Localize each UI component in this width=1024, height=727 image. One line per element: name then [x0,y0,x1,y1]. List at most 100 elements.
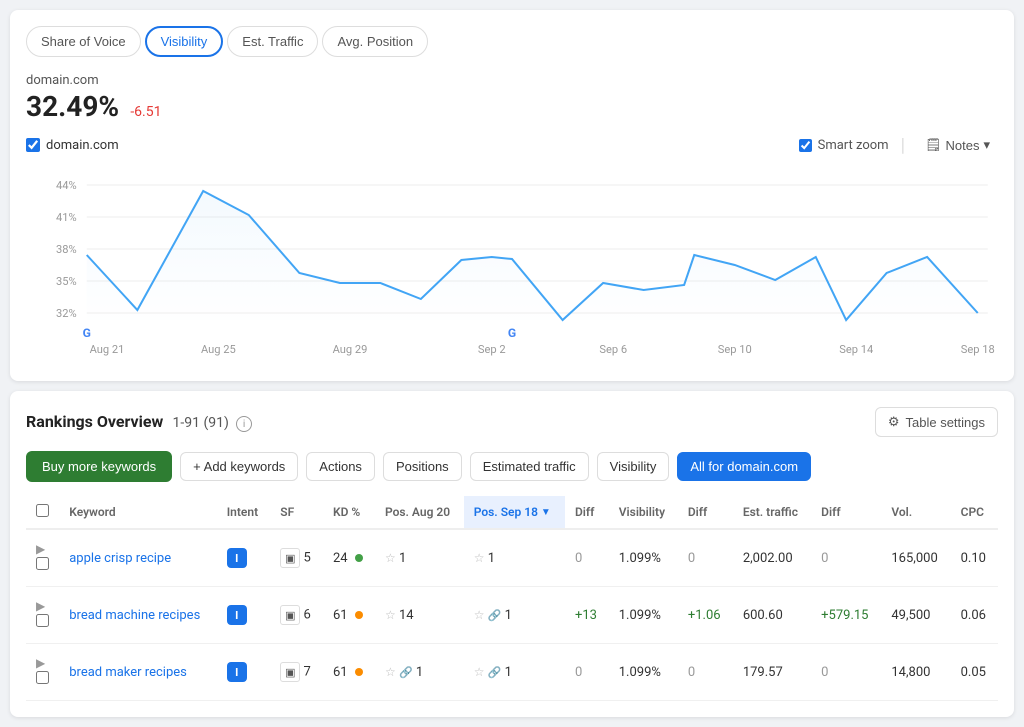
table-row: ▶ apple crisp recipe I ▣ 5 24 [26,529,998,587]
intent-cell: I [217,529,271,587]
vol-cell: 49,500 [881,587,950,644]
row-expander-icon[interactable]: ▶ [36,542,49,556]
kd-dot [355,611,363,619]
all-domain-button[interactable]: All for domain.com [677,452,811,481]
chart-area-fill [87,191,978,325]
x-label-aug21: Aug 21 [90,343,125,356]
pos-sep-value: 1 [488,551,495,566]
th-pos-sep[interactable]: Pos. Sep 18 ▼ [464,496,565,529]
row-expander-icon[interactable]: ▶ [36,656,49,670]
google-icon-1: G [83,326,91,340]
keyword-link[interactable]: apple crisp recipe [69,551,171,566]
table-row: ▶ bread maker recipes I ▣ 7 61 [26,644,998,701]
th-vol[interactable]: Vol. [881,496,950,529]
row-checkbox[interactable] [36,614,49,627]
star-icon: ☆ [385,665,396,679]
chart-area: 44% 41% 38% 35% 32% G G Aug 21 Aug 25 Au… [26,165,998,365]
legend-checkbox[interactable] [26,138,40,152]
cpc-cell: 0.06 [951,587,998,644]
th-pos-aug[interactable]: Pos. Aug 20 [375,496,464,529]
th-sf[interactable]: SF [270,496,323,529]
pos-aug-value: 1 [399,551,406,566]
star-icon-sep: ☆ [474,665,485,679]
row-expander-cell: ▶ [26,529,59,587]
th-diff[interactable]: Diff [565,496,609,529]
tab-est-traffic[interactable]: Est. Traffic [227,26,318,57]
rankings-title-area: Rankings Overview 1-91 (91) i [26,412,252,433]
chart-svg: 44% 41% 38% 35% 32% G G Aug 21 Aug 25 Au… [26,165,998,365]
x-label-aug29: Aug 29 [333,343,368,356]
notes-chevron-icon: ▾ [983,137,990,153]
th-est-diff[interactable]: Diff [811,496,881,529]
row-expander-cell: ▶ [26,587,59,644]
notes-label: Notes [946,138,980,153]
visibility-cell: 1.099% [609,529,678,587]
intent-badge: I [227,605,247,625]
cpc-cell: 0.05 [951,644,998,701]
smart-zoom-label: Smart zoom [818,138,889,153]
pos-aug-cell: ☆ 🔗 1 [375,644,464,701]
th-cpc[interactable]: CPC [951,496,998,529]
th-keyword[interactable]: Keyword [59,496,216,529]
th-vis-diff[interactable]: Diff [678,496,733,529]
intent-badge: I [227,662,247,682]
pos-aug-value: 1 [416,665,423,680]
smart-zoom-control: Smart zoom [799,138,889,153]
table-body: ▶ apple crisp recipe I ▣ 5 24 [26,529,998,701]
notes-button[interactable]: 🗒 Notes ▾ [917,133,998,157]
positions-button[interactable]: Positions [383,452,462,481]
legend-label: domain.com [46,138,119,153]
visibility-button[interactable]: Visibility [597,452,670,481]
table-row: ▶ bread machine recipes I ▣ 6 61 [26,587,998,644]
keyword-cell: apple crisp recipe [59,529,216,587]
rankings-header: Rankings Overview 1-91 (91) i ⚙ Table se… [26,407,998,437]
est-traffic-button[interactable]: Estimated traffic [470,452,589,481]
tab-share-voice[interactable]: Share of Voice [26,26,141,57]
chart-options: Smart zoom | 🗒 Notes ▾ [799,133,998,157]
select-all-checkbox[interactable] [36,504,49,517]
smart-zoom-checkbox[interactable] [799,139,812,152]
metric-section: domain.com 32.49% -6.51 [26,73,998,123]
link-icon: 🔗 [488,666,502,679]
kd-cell: 61 [323,587,375,644]
th-intent[interactable]: Intent [217,496,271,529]
pos-aug-value: 14 [399,608,414,623]
tab-avg-position[interactable]: Avg. Position [322,26,428,57]
keyword-link[interactable]: bread machine recipes [69,608,200,623]
kd-cell: 61 [323,644,375,701]
pos-aug-cell: ☆ 14 [375,587,464,644]
row-expander-icon[interactable]: ▶ [36,599,49,613]
visibility-cell: 1.099% [609,587,678,644]
x-label-aug25: Aug 25 [201,343,236,356]
table-settings-button[interactable]: ⚙ Table settings [875,407,998,437]
vis-diff-cell: 0 [678,644,733,701]
intent-cell: I [217,644,271,701]
intent-badge: I [227,548,247,568]
est-traffic-cell: 179.57 [733,644,811,701]
keyword-link[interactable]: bread maker recipes [69,665,187,680]
tab-visibility[interactable]: Visibility [145,26,224,57]
sf-icon: ▣ [280,605,300,625]
row-checkbox[interactable] [36,557,49,570]
vol-cell: 14,800 [881,644,950,701]
rankings-count: 1-91 (91) [173,415,229,431]
th-visibility[interactable]: Visibility [609,496,678,529]
chart-legend: domain.com [26,138,119,153]
est-traffic-cell: 600.60 [733,587,811,644]
info-icon[interactable]: i [236,416,252,432]
google-icon-2: G [508,326,516,340]
th-est-traffic[interactable]: Est. traffic [733,496,811,529]
gear-icon: ⚙ [888,414,900,430]
sf-num: 5 [304,551,311,566]
th-kd[interactable]: KD % [323,496,375,529]
buy-keywords-button[interactable]: Buy more keywords [26,451,172,482]
est-diff-cell: 0 [811,644,881,701]
x-label-sep18: Sep 18 [961,343,995,356]
actions-button[interactable]: Actions [306,452,375,481]
x-label-sep10: Sep 10 [718,343,752,356]
est-diff-cell: +579.15 [811,587,881,644]
rankings-section: Rankings Overview 1-91 (91) i ⚙ Table se… [10,391,1014,717]
intent-cell: I [217,587,271,644]
add-keywords-button[interactable]: + Add keywords [180,452,298,481]
row-checkbox[interactable] [36,671,49,684]
